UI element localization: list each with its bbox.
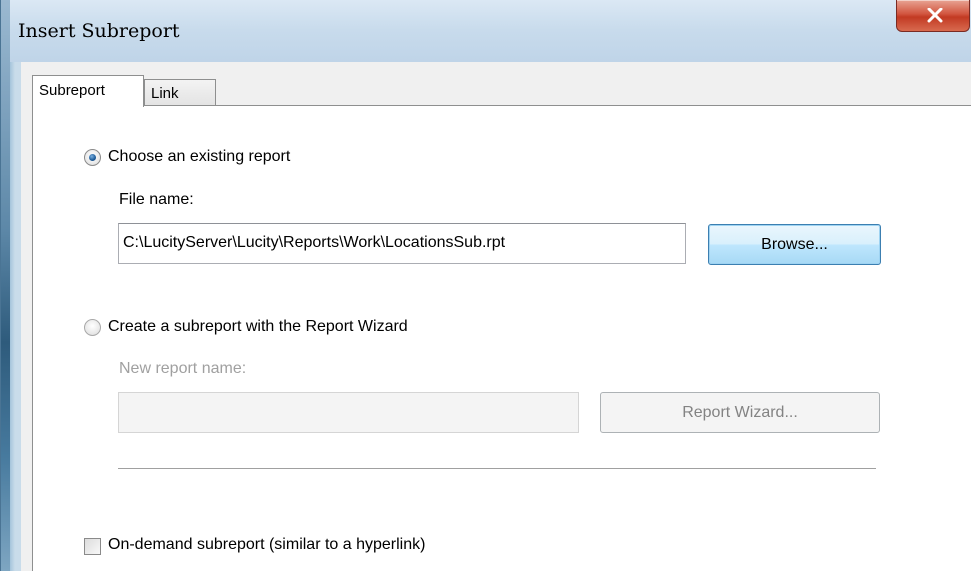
tab-link-label: Link [151,85,179,102]
on-demand-label[interactable]: On-demand subreport (similar to a hyperl… [108,536,425,554]
title-bar[interactable]: Insert Subreport [10,0,971,62]
window-border [1,0,10,571]
file-name-label: File name: [119,191,194,208]
tab-strip: Subreport Link [21,75,971,107]
tab-subreport-label: Subreport [39,82,105,99]
section-divider [118,468,876,470]
wizard-report-radio[interactable] [84,319,101,336]
browse-button[interactable]: Browse... [708,224,881,265]
file-name-input[interactable]: C:\LucityServer\Lucity\Reports\Work\Loca… [118,223,686,264]
dialog-client-area: Subreport Link Choose an existing report… [21,62,971,571]
on-demand-checkbox[interactable] [84,538,101,555]
window-title: Insert Subreport [18,20,180,42]
close-button[interactable] [896,0,970,32]
wizard-report-label[interactable]: Create a subreport with the Report Wizar… [108,318,408,336]
tab-link[interactable]: Link [144,79,216,106]
tab-subreport[interactable]: Subreport [32,75,144,107]
existing-report-radio[interactable] [84,149,101,166]
dialog-window: Insert Subreport Subreport Link Choose a… [0,0,971,571]
subreport-tab-panel: Choose an existing report File name: C:\… [32,105,971,571]
close-icon [927,8,943,23]
report-wizard-button[interactable]: Report Wizard... [600,392,880,433]
radio-selected-dot [89,154,96,161]
existing-report-label[interactable]: Choose an existing report [108,148,290,166]
new-report-name-label: New report name: [119,360,247,377]
new-report-name-input[interactable] [118,392,579,433]
